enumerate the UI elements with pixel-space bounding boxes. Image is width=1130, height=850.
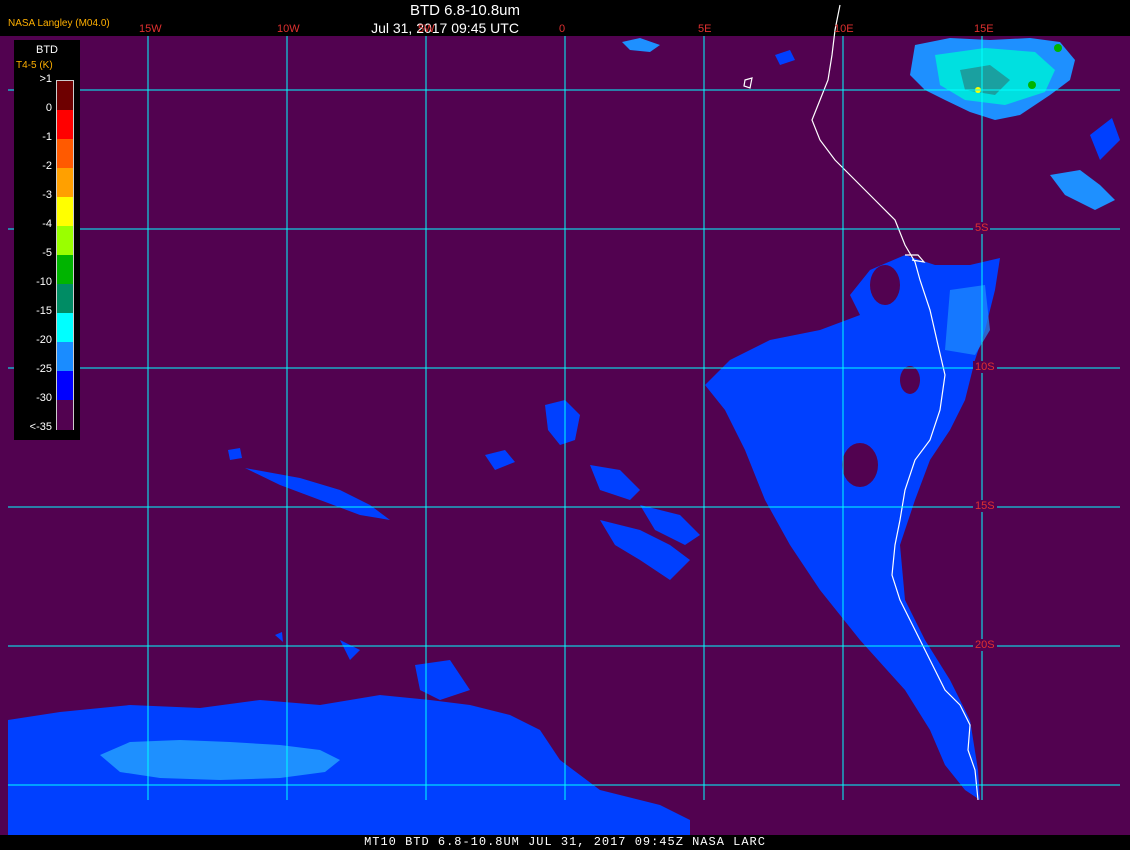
lon-label-15w: 15W: [139, 23, 162, 35]
legend-swatch: [57, 255, 73, 285]
legend-tick-label: -1: [42, 131, 52, 143]
legend-swatch: [57, 342, 73, 372]
legend-swatch: [57, 371, 73, 401]
footer-caption: MT10 BTD 6.8-10.8UM JUL 31, 2017 09:45Z …: [364, 835, 766, 849]
legend-swatch: [57, 139, 73, 169]
legend-tick-label: <-35: [29, 421, 52, 433]
lon-label-15e: 15E: [974, 23, 994, 35]
lon-label-0: 0: [559, 23, 566, 35]
legend-tick-label: -3: [42, 189, 52, 201]
legend-tick-label: -15: [36, 305, 52, 317]
legend-swatch: [57, 226, 73, 256]
legend-tick-label: -2: [42, 160, 52, 172]
timestamp: Jul 31, 2017 09:45 UTC: [371, 20, 519, 36]
legend-tick-label: -30: [36, 392, 52, 404]
legend-tick-label: 0: [45, 102, 52, 114]
legend-title: BTD: [36, 44, 58, 56]
color-legend: BTD T4-5 (K) >1 0 -1 -2 -3 -4 -5 -10 -15 -20 -25 -3…: [14, 40, 80, 440]
lat-label-15s: 15S: [973, 500, 997, 512]
satellite-map: [0, 4, 1130, 835]
producer-label: NASA Langley (M04.0): [8, 18, 110, 29]
lat-label-20s: 20S: [973, 639, 997, 651]
lat-label-10s: 10S: [973, 361, 997, 373]
legend-tick-label: -20: [36, 334, 52, 346]
legend-tick-label: -5: [42, 247, 52, 259]
legend-units: T4-5 (K): [16, 60, 53, 71]
legend-swatch: [57, 284, 73, 314]
legend-swatch: [57, 110, 73, 140]
lon-label-5e: 5E: [698, 23, 712, 35]
legend-swatch: [57, 400, 73, 430]
legend-swatch: [57, 313, 73, 343]
lon-label-10w: 10W: [277, 23, 300, 35]
legend-swatch: [57, 168, 73, 198]
product-title: BTD 6.8-10.8um: [409, 2, 521, 19]
legend-tick-label: -4: [42, 218, 52, 230]
legend-tick-label: -10: [36, 276, 52, 288]
lon-label-10e: 10E: [834, 23, 854, 35]
legend-swatch: [57, 197, 73, 227]
legend-swatch: [57, 81, 73, 111]
legend-colorbar: [56, 80, 74, 430]
lon-label-5w: 5W: [418, 23, 435, 35]
legend-tick-label: -25: [36, 363, 52, 375]
legend-tick-label: >1: [39, 73, 52, 85]
lat-label-5s: 5S: [973, 222, 991, 234]
